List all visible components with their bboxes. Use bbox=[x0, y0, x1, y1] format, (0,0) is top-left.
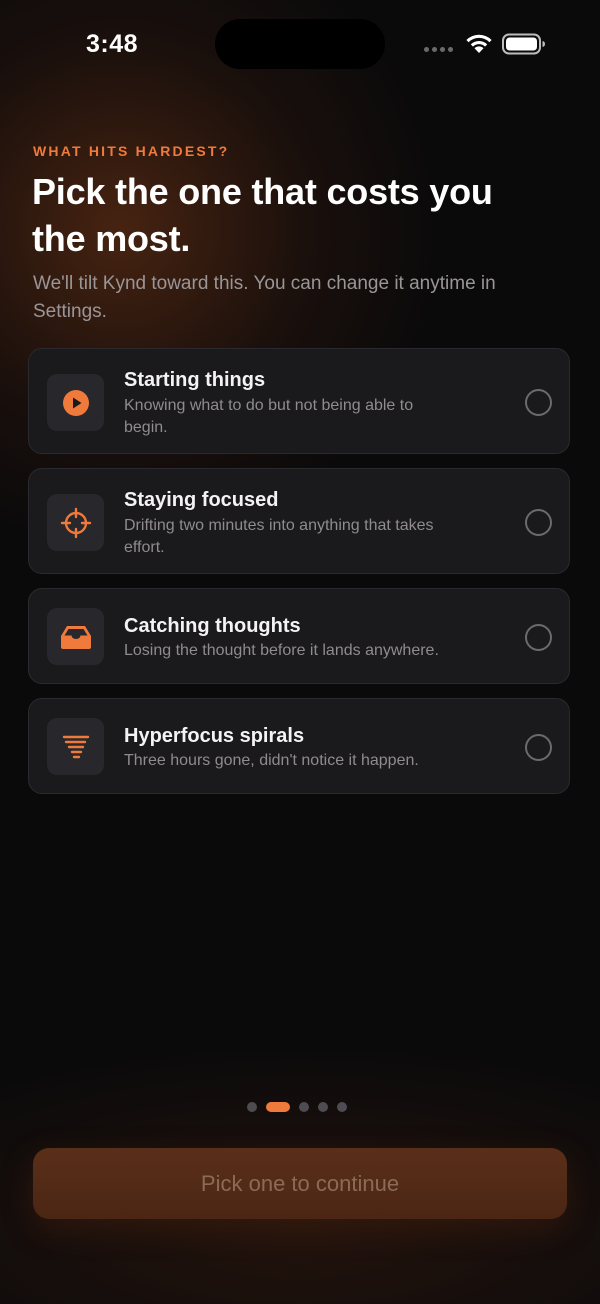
option-radio[interactable] bbox=[525, 734, 552, 761]
option-title: Hyperfocus spirals bbox=[124, 725, 305, 747]
dynamic-island bbox=[215, 19, 385, 69]
option-radio[interactable] bbox=[525, 624, 552, 651]
option-radio[interactable] bbox=[525, 389, 552, 416]
eyebrow-label: WHAT HITS HARDEST? bbox=[33, 143, 230, 159]
page-dot bbox=[247, 1102, 257, 1112]
cellular-signal-icon bbox=[424, 47, 453, 52]
play-icon bbox=[62, 389, 89, 416]
page-dot bbox=[337, 1102, 347, 1112]
status-time: 3:48 bbox=[86, 30, 139, 58]
page-title: Pick the one that costs you the most. bbox=[32, 171, 493, 259]
page-indicator bbox=[247, 1102, 347, 1112]
option-description: Knowing what to do but not being able to… bbox=[124, 397, 414, 436]
status-bar: 3:48 bbox=[0, 0, 600, 90]
option-description: Losing the thought before it lands anywh… bbox=[124, 642, 439, 659]
option-icon-tile bbox=[47, 494, 104, 551]
option-description: Drifting two minutes into anything that … bbox=[124, 517, 434, 556]
option-title: Starting things bbox=[124, 369, 266, 391]
tornado-icon bbox=[62, 735, 89, 758]
continue-button[interactable]: Pick one to continue bbox=[33, 1148, 567, 1219]
page-dot-active bbox=[266, 1102, 290, 1112]
page-dot bbox=[318, 1102, 328, 1112]
option-icon-tile bbox=[47, 718, 104, 775]
option-title: Staying focused bbox=[124, 489, 279, 511]
option-radio[interactable] bbox=[525, 509, 552, 536]
option-icon-tile bbox=[47, 608, 104, 665]
option-icon-tile bbox=[47, 374, 104, 431]
page-dot bbox=[299, 1102, 309, 1112]
inbox-tray-icon bbox=[60, 625, 91, 649]
wifi-icon bbox=[466, 34, 492, 53]
page-subtitle: We'll tilt Kynd toward this. You can cha… bbox=[33, 273, 496, 322]
crosshair-icon bbox=[60, 507, 91, 538]
option-description: Three hours gone, didn't notice it happe… bbox=[124, 752, 419, 769]
option-staying-focused[interactable]: Staying focused Drifting two minutes int… bbox=[28, 468, 570, 574]
battery-icon bbox=[502, 33, 545, 55]
option-title: Catching thoughts bbox=[124, 615, 301, 637]
option-hyperfocus-spirals[interactable]: Hyperfocus spirals Three hours gone, did… bbox=[28, 698, 570, 794]
option-starting-things[interactable]: Starting things Knowing what to do but n… bbox=[28, 348, 570, 454]
option-catching-thoughts[interactable]: Catching thoughts Losing the thought bef… bbox=[28, 588, 570, 684]
